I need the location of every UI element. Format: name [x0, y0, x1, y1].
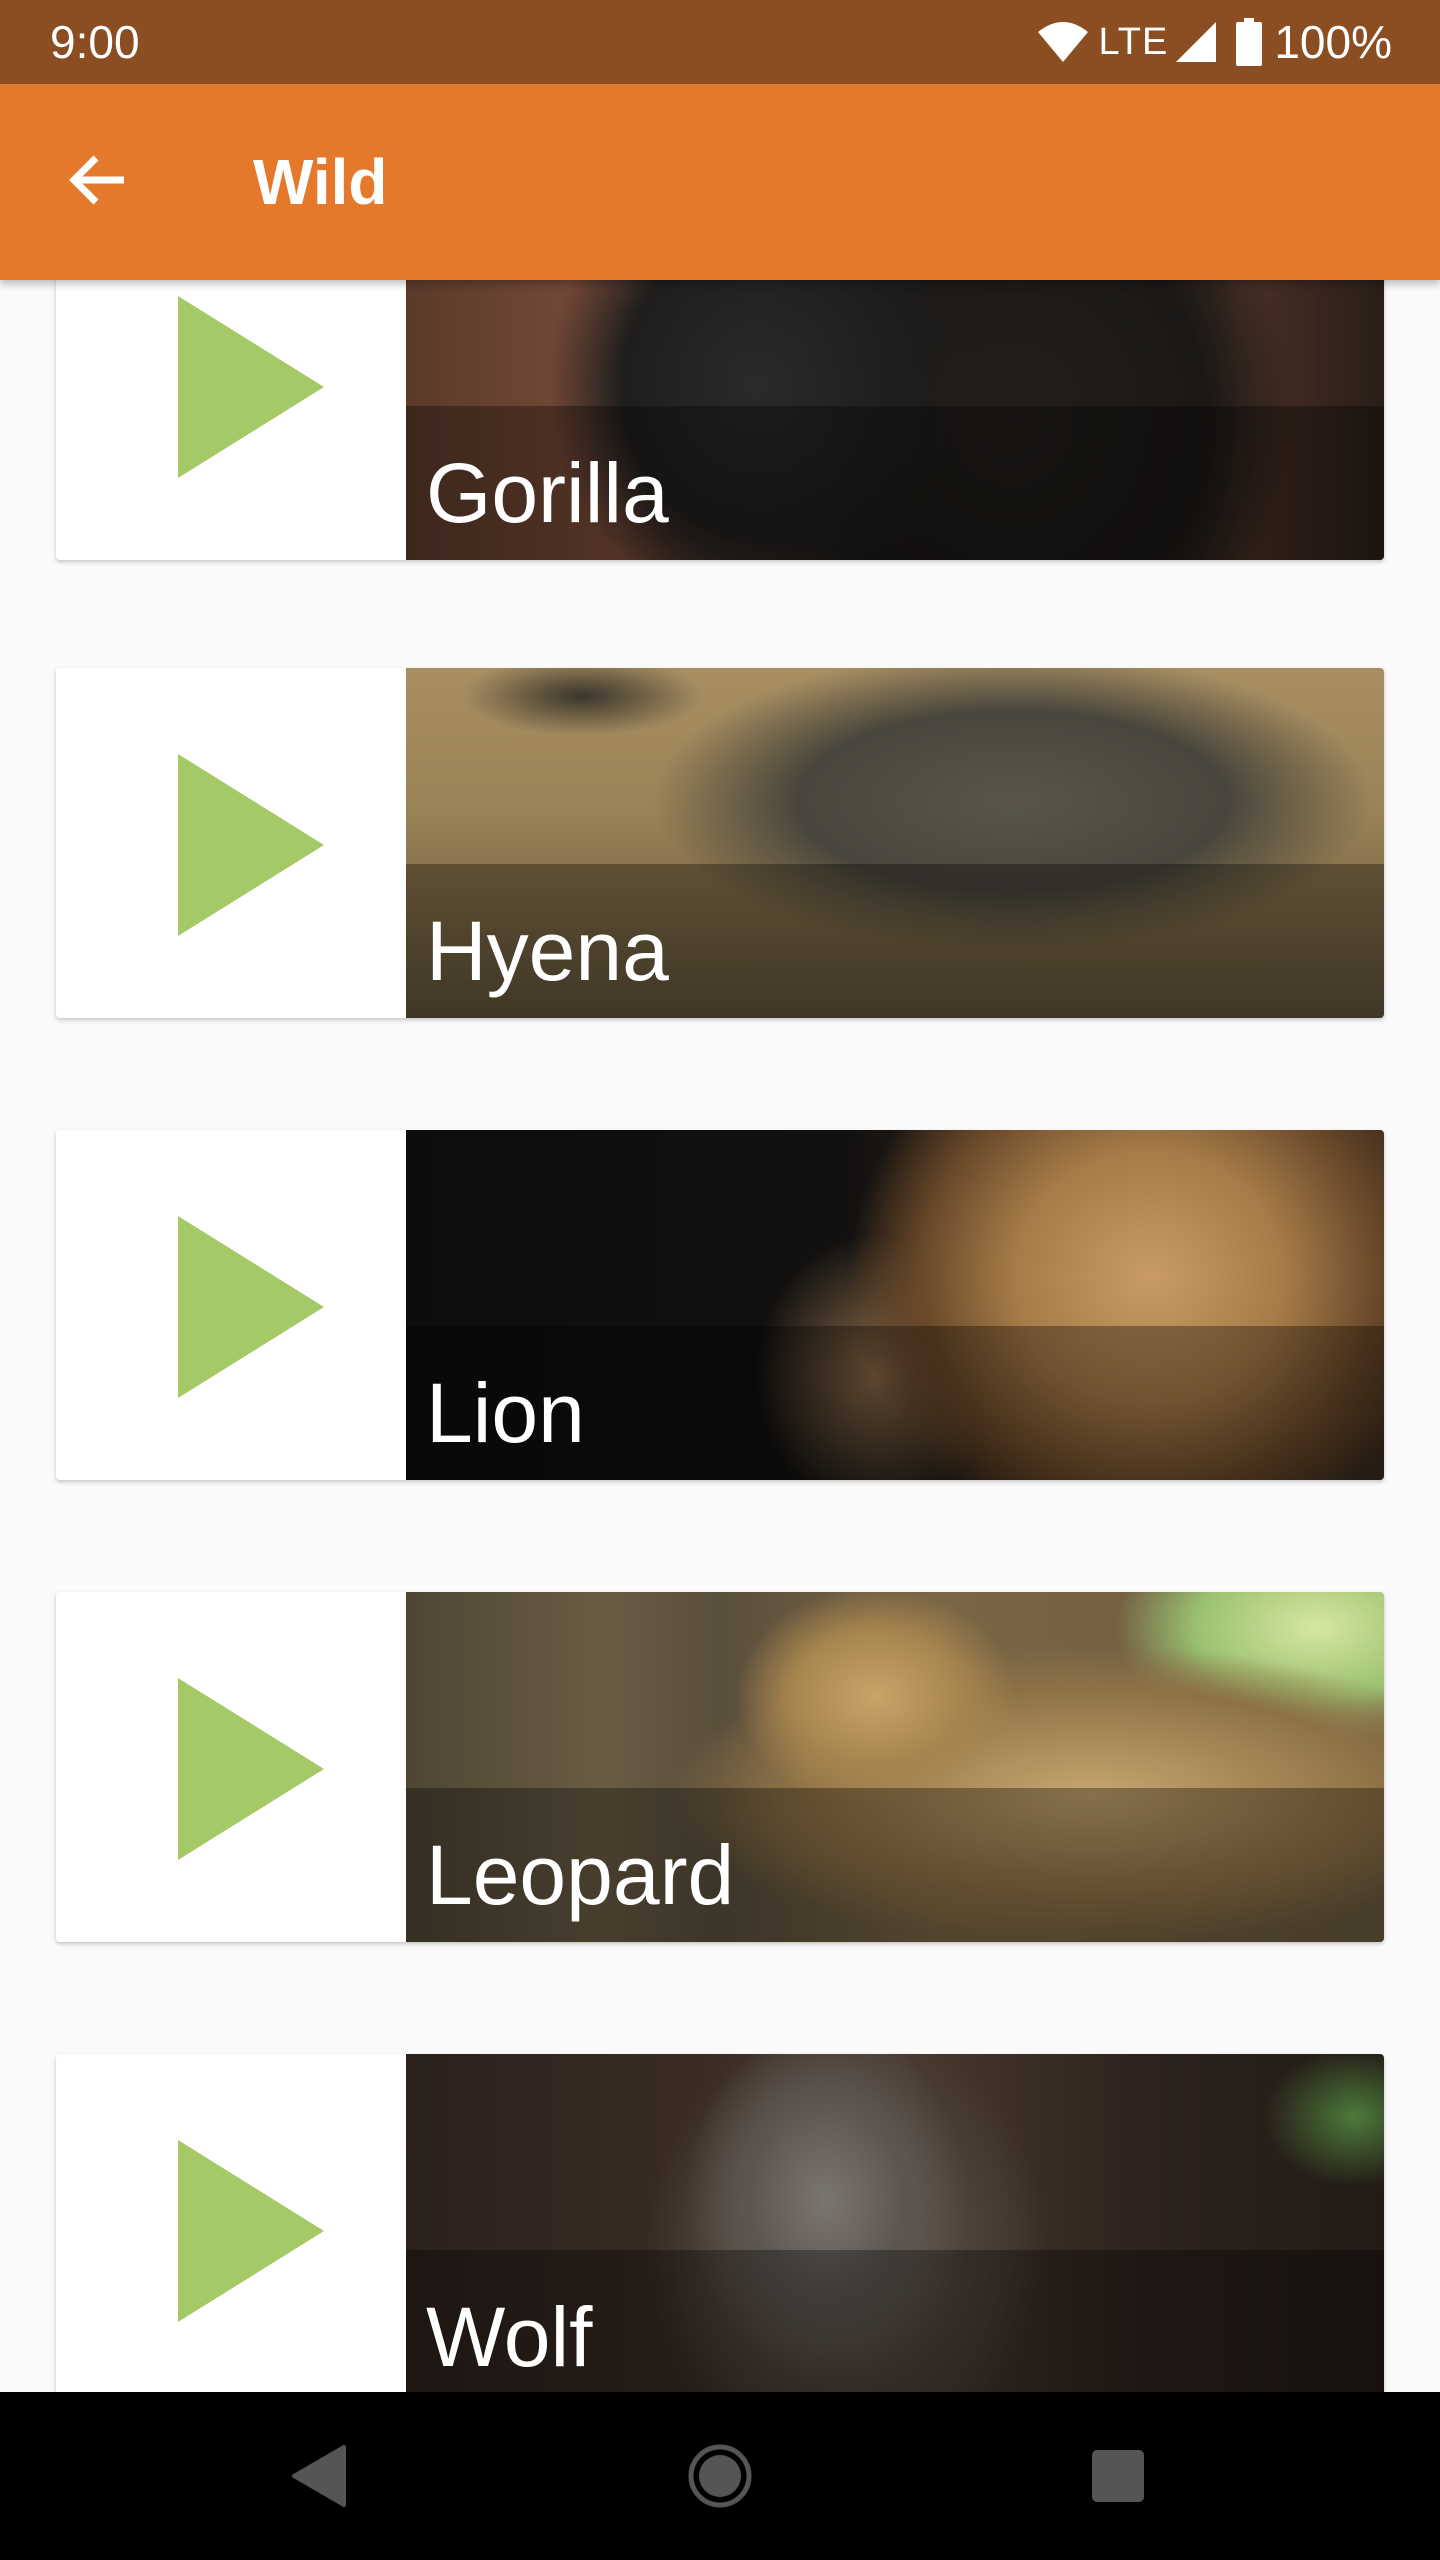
play-button[interactable] — [56, 1130, 406, 1480]
play-icon — [178, 1678, 324, 1860]
status-bar: 9:00 LTE 100% — [0, 0, 1440, 84]
animal-name: Wolf — [426, 2290, 593, 2384]
nav-recents-button[interactable] — [1078, 2436, 1158, 2516]
battery-percent: 100% — [1274, 16, 1392, 68]
play-button[interactable] — [56, 668, 406, 1018]
system-nav-bar — [0, 2392, 1440, 2560]
play-icon — [178, 754, 324, 936]
play-icon — [178, 296, 324, 478]
network-type-label: LTE — [1098, 20, 1169, 63]
wifi-icon — [1036, 20, 1090, 64]
animal-name: Hyena — [426, 904, 669, 998]
animal-photo[interactable]: Leopard — [406, 1592, 1384, 1942]
play-button[interactable] — [56, 280, 406, 560]
animal-name: Leopard — [426, 1828, 735, 1922]
cell-signal-icon — [1174, 20, 1218, 64]
nav-back-button[interactable] — [278, 2436, 358, 2516]
battery-icon — [1236, 18, 1263, 66]
arrow-back-icon — [68, 152, 128, 213]
status-icons: LTE 100% — [1036, 14, 1392, 70]
animal-photo[interactable]: Hyena — [406, 668, 1384, 1018]
animal-name: Lion — [426, 1366, 585, 1460]
recents-square-icon — [1092, 2450, 1144, 2502]
play-icon — [178, 2140, 324, 2322]
play-button[interactable] — [56, 1592, 406, 1942]
back-triangle-icon — [292, 2445, 346, 2507]
home-circle-icon — [688, 2444, 752, 2508]
animal-photo[interactable]: Lion — [406, 1130, 1384, 1480]
animal-card-hyena[interactable]: Hyena — [56, 668, 1384, 1018]
animal-card-gorilla[interactable]: Gorilla — [56, 280, 1384, 560]
play-icon — [178, 1216, 324, 1398]
animal-card-leopard[interactable]: Leopard — [56, 1592, 1384, 1942]
animal-name: Gorilla — [426, 446, 669, 540]
animal-photo[interactable]: Gorilla — [406, 280, 1384, 560]
animal-photo[interactable]: Wolf — [406, 2054, 1384, 2392]
app-title: Wild — [253, 146, 388, 218]
animal-card-lion[interactable]: Lion — [56, 1130, 1384, 1480]
animal-list[interactable]: Gorilla Hyena Lion Leopard Wolf — [0, 280, 1440, 2392]
status-time: 9:00 — [50, 16, 140, 68]
app-bar: Wild — [0, 84, 1440, 280]
play-button[interactable] — [56, 2054, 406, 2392]
animal-card-wolf[interactable]: Wolf — [56, 2054, 1384, 2392]
back-button[interactable] — [50, 142, 146, 222]
nav-home-button[interactable] — [680, 2436, 760, 2516]
